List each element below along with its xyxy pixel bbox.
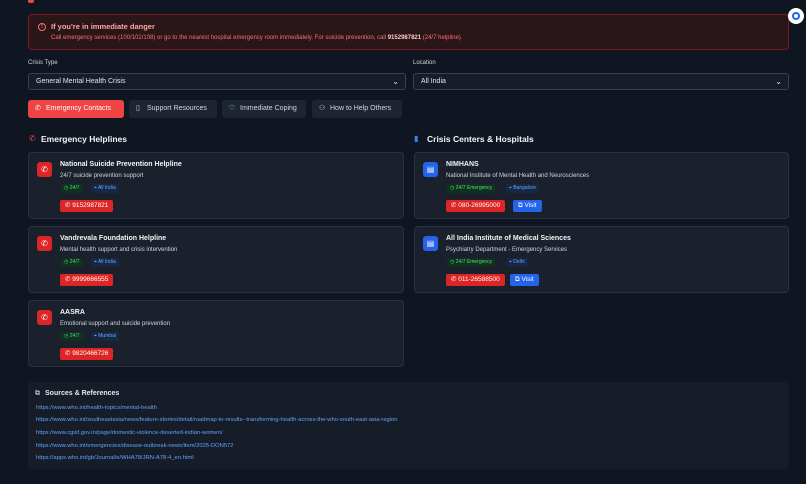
phone-icon: ✆ — [37, 162, 52, 177]
center-name: All India Institute of Medical Sciences — [446, 235, 571, 242]
helpline-card: ✆ AASRA Emotional support and suicide pr… — [28, 300, 404, 367]
helpline-desc: Mental health support and crisis interve… — [60, 247, 178, 253]
danger-number: 9152987821 — [387, 35, 422, 41]
building-icon: ▤ — [423, 236, 438, 251]
sources-title: Sources & References — [45, 390, 120, 397]
location-badge: ⌖ Delhi — [506, 258, 528, 267]
location-select[interactable]: All India ⌄ — [413, 73, 789, 90]
danger-alert: ! If you're in immediate danger Call eme… — [28, 14, 789, 50]
sources-panel: ⧉ Sources & References https://www.who.i… — [28, 382, 789, 469]
visit-button[interactable]: ⧉ Visit — [513, 200, 542, 212]
alert-circle-icon: ! — [38, 23, 46, 31]
tab-how-to-help-others[interactable]: ⚇ How to Help Others — [312, 100, 402, 118]
helpline-name: National Suicide Prevention Helpline — [60, 161, 182, 168]
chevron-down-icon: ⌄ — [392, 77, 399, 86]
alert-icon-fragment — [28, 0, 34, 3]
call-button[interactable]: ✆ 9152987821 — [60, 200, 114, 212]
call-button[interactable]: ✆ 9999666555 — [60, 274, 114, 286]
source-link[interactable]: https://apps.who.int/gb/Journal/e/WHA78/… — [36, 455, 194, 461]
center-card: ▤ All India Institute of Medical Science… — [414, 226, 789, 293]
centers-title: Crisis Centers & Hospitals — [427, 134, 534, 144]
call-button[interactable]: ✆ 9820466726 — [60, 348, 114, 360]
center-desc: Psychiatry Department - Emergency Servic… — [446, 247, 568, 253]
helpline-desc: Emotional support and suicide prevention — [60, 321, 171, 327]
call-button[interactable]: ✆ 080-26995000 — [446, 200, 506, 212]
phone-icon: ✆ — [37, 310, 52, 325]
source-link[interactable]: https://www.who.int/health-topics/mental… — [36, 405, 157, 411]
helpline-desc: 24/7 suicide prevention support — [60, 173, 144, 179]
hours-badge: ◷ 24/7 Emergency — [447, 184, 496, 193]
chevron-down-icon: ⌄ — [775, 77, 782, 86]
danger-title: If you're in immediate danger — [51, 22, 155, 31]
tab-emergency-contacts[interactable]: ✆ Emergency Contacts — [28, 100, 124, 118]
crisis-type-label: Crisis Type — [28, 60, 58, 66]
hours-badge: ◷ 24/7 — [61, 258, 83, 267]
location-badge: ⌖ All India — [91, 184, 119, 193]
external-link-icon: ⧉ — [35, 390, 40, 397]
building-icon: ▮ — [414, 134, 419, 143]
center-name: NIMHANS — [446, 161, 479, 168]
helpline-card: ✆ Vandrevala Foundation Helpline Mental … — [28, 226, 404, 293]
assistant-button[interactable] — [788, 8, 804, 24]
phone-icon: ✆ — [37, 236, 52, 251]
helplines-title: Emergency Helplines — [41, 134, 127, 144]
hours-badge: ◷ 24/7 Emergency — [447, 258, 496, 267]
heart-icon: ♡ — [229, 105, 236, 112]
center-desc: National Institute of Mental Health and … — [446, 173, 590, 179]
helpline-name: Vandrevala Foundation Helpline — [60, 235, 167, 242]
assistant-icon — [792, 12, 800, 20]
top-strip — [0, 0, 806, 6]
phone-icon: ✆ — [35, 105, 41, 112]
tab-immediate-coping[interactable]: ♡ Immediate Coping — [222, 100, 306, 118]
tab-support-resources[interactable]: ▯ Support Resources — [129, 100, 217, 118]
source-link[interactable]: https://www.cgisf.gov.in/page/domestic-v… — [36, 430, 222, 436]
building-icon: ▤ — [423, 162, 438, 177]
location-label: Location — [413, 60, 436, 66]
crisis-type-select[interactable]: General Mental Health Crisis ⌄ — [28, 73, 406, 90]
helpline-name: AASRA — [60, 309, 85, 316]
visit-button[interactable]: ⧉ Visit — [510, 274, 539, 286]
source-link[interactable]: https://www.who.int/southeastasia/news/f… — [36, 417, 398, 423]
location-badge: ⌖ All India — [91, 258, 119, 267]
location-badge: ⌖ Mumbai — [91, 332, 120, 341]
source-link[interactable]: https://www.who.int/emergencies/disease-… — [36, 443, 234, 449]
users-icon: ⚇ — [319, 105, 326, 112]
call-button[interactable]: ✆ 011-26588500 — [446, 274, 505, 286]
book-icon: ▯ — [136, 105, 140, 112]
helpline-card: ✆ National Suicide Prevention Helpline 2… — [28, 152, 404, 219]
hours-badge: ◷ 24/7 — [61, 184, 83, 193]
danger-text: Call emergency services (100/102/108) or… — [51, 35, 463, 41]
center-card: ▤ NIMHANS National Institute of Mental H… — [414, 152, 789, 219]
hours-badge: ◷ 24/7 — [61, 332, 83, 341]
location-badge: ⌖ Bangalore — [506, 184, 540, 193]
phone-icon: ✆ — [29, 134, 36, 143]
